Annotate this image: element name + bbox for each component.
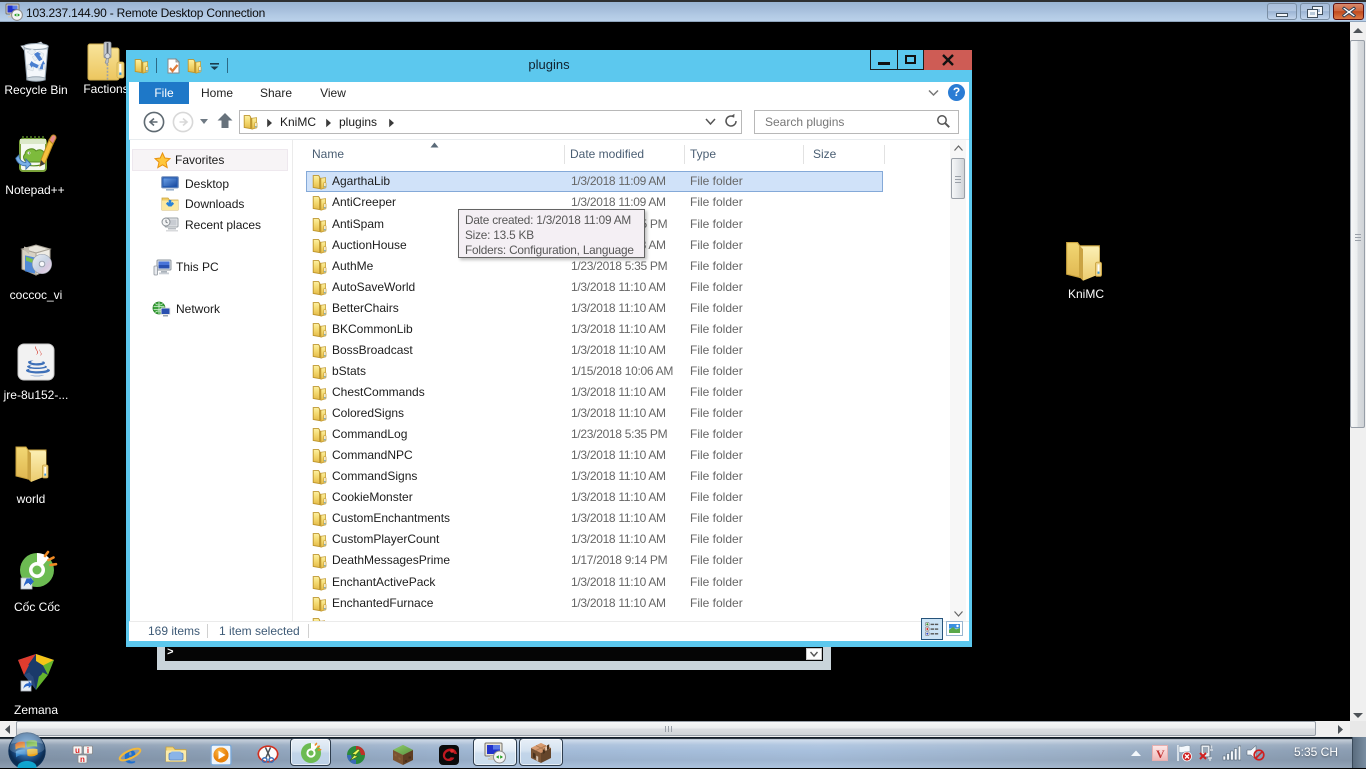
svg-text:i: i: [87, 746, 89, 755]
svg-text:n: n: [80, 755, 85, 764]
svg-text:u: u: [75, 746, 80, 755]
